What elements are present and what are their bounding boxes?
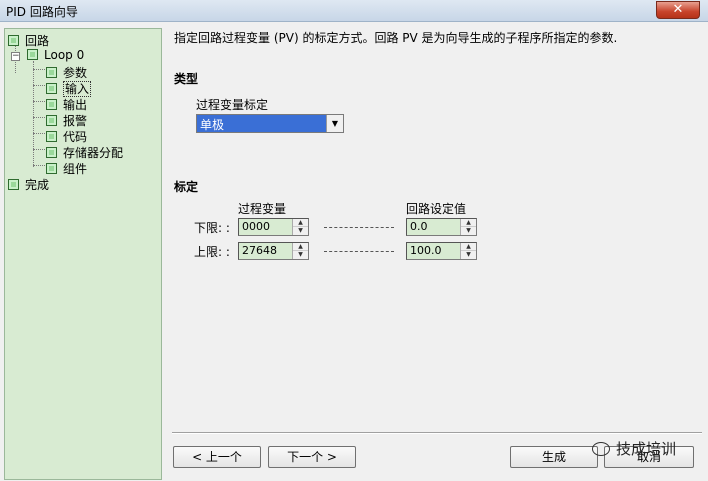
- tree-node-icon: [8, 35, 19, 46]
- wechat-icon: [592, 442, 610, 456]
- scale-section-title: 标定: [174, 180, 199, 194]
- tree-connector: [33, 165, 45, 166]
- collapse-icon[interactable]: −: [11, 52, 20, 61]
- tree-node-icon: [8, 179, 19, 190]
- tree-item-parameters[interactable]: 参数: [46, 64, 87, 80]
- pv-scaling-select[interactable]: 单极 ▼: [196, 114, 344, 133]
- low-sp-spinner[interactable]: 0.0 ▲ ▼: [406, 218, 477, 236]
- window-title: PID 回路向导: [6, 5, 78, 19]
- tree-item-code[interactable]: 代码: [46, 128, 87, 144]
- mapping-dash: [324, 227, 394, 228]
- pv-column-header: 过程变量: [238, 202, 287, 216]
- page-description: 指定回路过程变量 (PV) 的标定方式。回路 PV 是为向导生成的子程序所指定的…: [174, 31, 618, 45]
- setpoint-column-header: 回路设定值: [406, 202, 467, 216]
- low-pv-spinner[interactable]: 0000 ▲ ▼: [238, 218, 309, 236]
- tree-item-done[interactable]: 完成: [8, 176, 49, 192]
- tree-node-icon: [46, 99, 57, 110]
- tree-connector: [33, 101, 45, 102]
- low-sp-value: 0.0: [410, 220, 428, 233]
- tree-item-output[interactable]: 输出: [46, 96, 87, 112]
- tree-connector: [33, 61, 34, 167]
- tree-connector: [33, 149, 45, 150]
- wizard-tree: 回路 − Loop 0 参数 输入 输出 报警 代码 存储器分配 组件 完成: [4, 28, 162, 480]
- tree-connector: [33, 133, 45, 134]
- tree-connector: [33, 117, 45, 118]
- high-pv-value: 27648: [242, 244, 277, 257]
- spin-arrows-icon[interactable]: ▲ ▼: [292, 219, 308, 235]
- tree-connector: [33, 69, 45, 70]
- low-limit-label: 下限: :: [194, 221, 230, 235]
- footer-separator: [172, 432, 702, 434]
- tree-item-memory[interactable]: 存储器分配: [46, 144, 123, 160]
- close-icon: ✕: [672, 2, 684, 17]
- high-limit-label: 上限: :: [194, 245, 230, 259]
- spin-arrows-icon[interactable]: ▲ ▼: [292, 243, 308, 259]
- close-button[interactable]: ✕: [656, 1, 700, 19]
- tree-item-loop0[interactable]: Loop 0: [27, 48, 84, 64]
- tree-node-icon: [46, 147, 57, 158]
- tree-item-alarm[interactable]: 报警: [46, 112, 87, 128]
- pv-scaling-label: 过程变量标定: [196, 98, 269, 112]
- high-sp-spinner[interactable]: 100.0 ▲ ▼: [406, 242, 477, 260]
- mapping-dash: [324, 251, 394, 252]
- watermark: 技成培训: [592, 438, 676, 459]
- high-pv-spinner[interactable]: 27648 ▲ ▼: [238, 242, 309, 260]
- tree-node-icon: [46, 115, 57, 126]
- tree-item-loops[interactable]: 回路: [8, 32, 49, 48]
- type-section-title: 类型: [174, 72, 199, 86]
- tree-node-icon: [27, 49, 38, 60]
- high-sp-value: 100.0: [410, 244, 442, 257]
- pv-scaling-value: 单极: [200, 118, 225, 132]
- tree-node-icon: [46, 83, 57, 94]
- tree-item-input[interactable]: 输入: [46, 80, 92, 97]
- spin-arrows-icon[interactable]: ▲ ▼: [460, 219, 476, 235]
- title-bar: PID 回路向导 ✕: [0, 0, 708, 22]
- tree-node-icon: [46, 67, 57, 78]
- finish-button[interactable]: 生成: [510, 446, 598, 468]
- next-button[interactable]: 下一个 >: [268, 446, 356, 468]
- tree-connector: [33, 85, 45, 86]
- tree-node-icon: [46, 163, 57, 174]
- tree-item-components[interactable]: 组件: [46, 160, 87, 176]
- spin-arrows-icon[interactable]: ▲ ▼: [460, 243, 476, 259]
- prev-button[interactable]: < 上一个: [173, 446, 261, 468]
- dropdown-arrow-icon[interactable]: ▼: [326, 115, 343, 132]
- low-pv-value: 0000: [242, 220, 270, 233]
- tree-node-icon: [46, 131, 57, 142]
